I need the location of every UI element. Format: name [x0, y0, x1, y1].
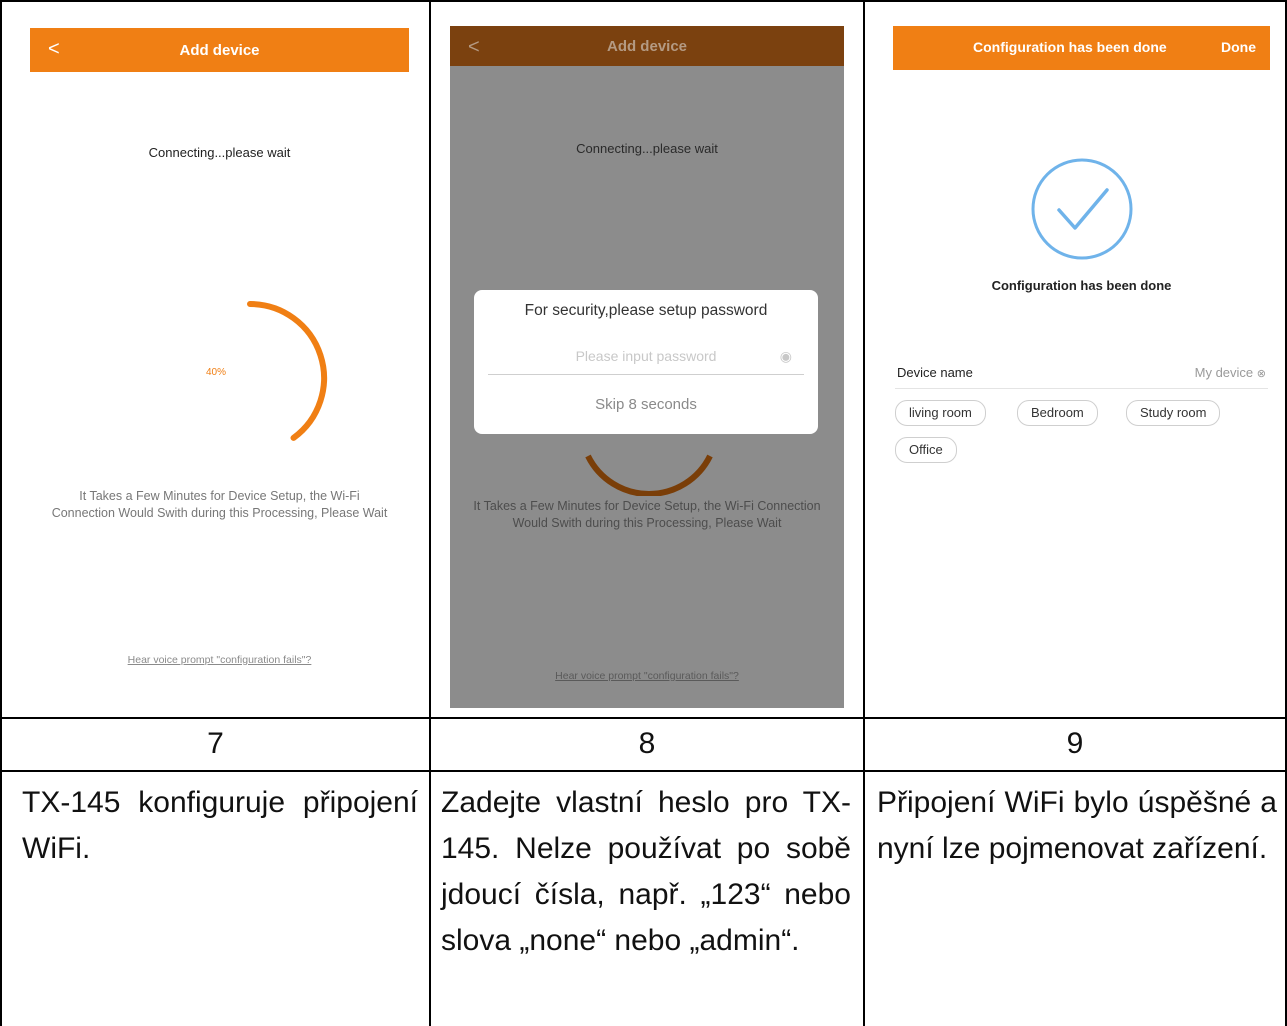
step-number-8: 8: [638, 727, 656, 760]
header-title: Add device: [179, 41, 260, 59]
connecting-text: Connecting...please wait: [148, 145, 291, 160]
voice-prompt-link[interactable]: Hear voice prompt "configuration fails"?: [30, 654, 409, 666]
device-name-label: Device name: [897, 365, 973, 380]
clear-icon[interactable]: ⊗: [1257, 368, 1266, 380]
password-input[interactable]: Please input password ◉: [488, 348, 804, 375]
success-message: Configuration has been done: [991, 278, 1172, 293]
password-placeholder: Please input password: [575, 348, 717, 364]
setup-info-text: It Takes a Few Minutes for Device Setup,…: [51, 489, 388, 520]
table-divider-1: [429, 0, 431, 1026]
progress-ring: [247, 301, 328, 441]
connecting-text: Connecting...please wait: [576, 141, 718, 156]
room-chip-office[interactable]: Office: [895, 437, 957, 463]
device-name-value[interactable]: My device ⊗: [1195, 365, 1266, 380]
table-border-left: [0, 0, 2, 1026]
device-name-row[interactable]: Device name My device ⊗: [895, 362, 1268, 389]
back-icon[interactable]: <: [48, 38, 60, 61]
eye-icon[interactable]: ◉: [780, 348, 792, 365]
screenshot-step-7: < Add device Connecting...please wait 40…: [30, 28, 409, 710]
voice-prompt-link[interactable]: Hear voice prompt "configuration fails"?: [450, 670, 844, 682]
skip-button[interactable]: Skip 8 seconds: [474, 396, 818, 413]
step-number-7: 7: [207, 727, 224, 760]
room-chip-bedroom[interactable]: Bedroom: [1017, 400, 1098, 426]
done-button[interactable]: Done: [1221, 39, 1256, 55]
app-header: < Add device: [450, 26, 844, 66]
header-title: Add device: [606, 37, 688, 55]
progress-arc: [585, 454, 713, 496]
table-border-top: [0, 0, 1287, 2]
step-description-7: TX-145 konfiguruje připojení WiFi.: [22, 786, 418, 865]
checkmark-icon: [1031, 158, 1133, 260]
step-number-9: 9: [1066, 727, 1084, 760]
back-icon[interactable]: <: [468, 36, 480, 59]
dialog-title: For security,please setup password: [524, 302, 768, 319]
header-title: Configuration has been done: [973, 39, 1167, 55]
screenshot-step-8: < Add device Connecting...please wait Fo…: [450, 26, 844, 708]
setup-info-text: It Takes a Few Minutes for Device Setup,…: [473, 499, 821, 530]
room-chip-study-room[interactable]: Study room: [1126, 400, 1221, 426]
app-header: Configuration has been done Done: [893, 26, 1270, 70]
room-chip-living-room[interactable]: living room: [895, 400, 986, 426]
screenshot-step-9: Configuration has been done Done Configu…: [893, 26, 1270, 708]
step-description-8: Zadejte vlastní heslo pro TX-145. Nelze …: [441, 786, 851, 957]
progress-percentage: 40%: [206, 367, 227, 378]
password-dialog: For security,please setup password Pleas…: [474, 290, 818, 434]
table-row-divider-1: [0, 717, 1287, 719]
progress-arc: [247, 301, 328, 441]
app-header: < Add device: [30, 28, 409, 72]
table-row-divider-2: [0, 770, 1287, 772]
device-name-text: My device: [1194, 365, 1254, 380]
table-divider-2: [863, 0, 865, 1026]
step-description-9: Připojení WiFi bylo úspěšné a nyní lze p…: [877, 786, 1277, 865]
